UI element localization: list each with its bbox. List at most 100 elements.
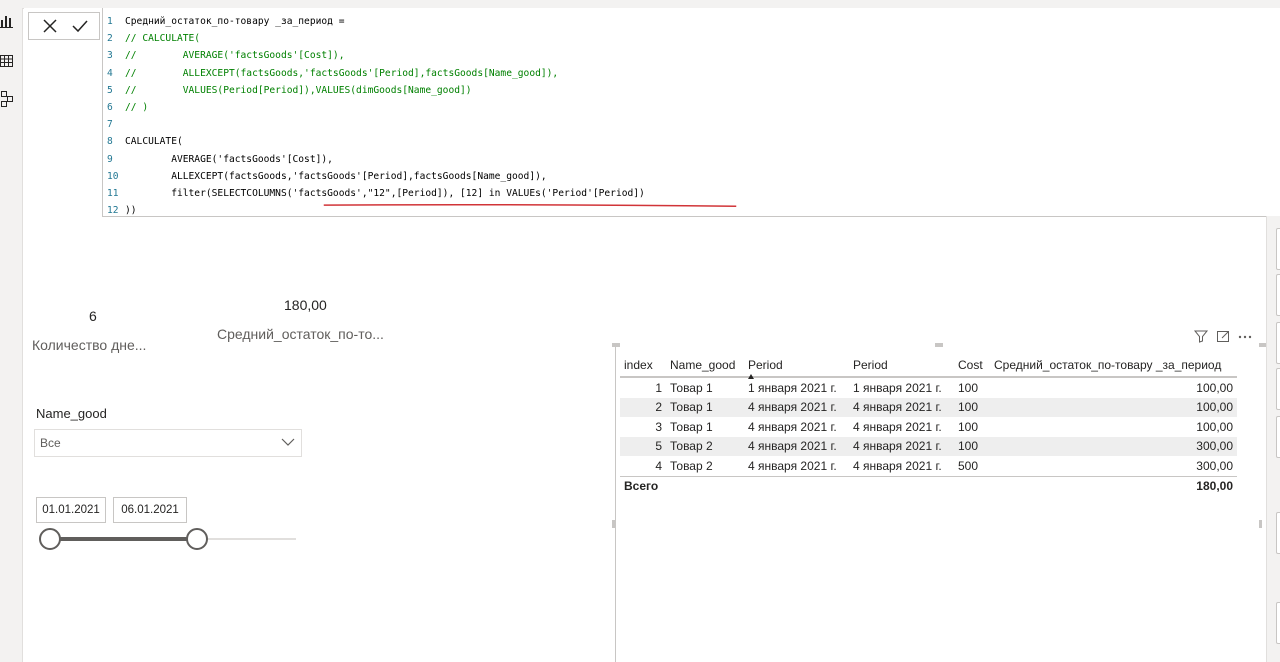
table-cell: Товар 1	[670, 419, 713, 434]
table-cell: 100	[958, 419, 979, 434]
col-header[interactable]: Cost	[954, 352, 990, 378]
table-cell: 100,00	[990, 397, 1237, 417]
code-line: 2 // CALCULATE(	[107, 30, 645, 47]
code-text: ))	[125, 205, 137, 217]
code-line: 11 filter(SELECTCOLUMNS('factsGoods',"12…	[107, 185, 645, 202]
col-header[interactable]: Name_good	[666, 352, 744, 378]
line-number: 2	[107, 33, 113, 45]
days-card-value: 6	[89, 308, 97, 324]
col-header-label: Period	[748, 358, 783, 372]
table-row[interactable]: 2 Товар 14 января 2021 г. 4 января 2021 г.…	[620, 397, 1237, 417]
table-cell: 4 января 2021 г.	[853, 419, 942, 434]
line-number: 12	[107, 205, 119, 217]
code-line: 8 CALCULATE(	[107, 133, 645, 150]
code-line: 9 AVERAGE('factsGoods'[Cost]),	[107, 151, 645, 168]
date-from-input[interactable]: 01.01.2021	[36, 497, 106, 523]
table-header-row: index Name_good Period Period Cost Средн…	[620, 352, 1237, 379]
table-cell: 100,00	[1196, 380, 1233, 395]
table-cell: 100	[958, 380, 979, 395]
table-cell: Товар 2	[670, 458, 713, 473]
pane-tile[interactable]	[1276, 274, 1280, 316]
avg-card-label: Средний_остаток_по-то...	[217, 326, 384, 342]
code-text: // AVERAGE('factsGoods'[Cost]),	[125, 50, 345, 62]
code-line: 7	[107, 116, 645, 133]
table-cell: 5	[620, 436, 666, 456]
slider-end-handle[interactable]	[186, 528, 208, 550]
line-number: 3	[107, 50, 113, 62]
col-header[interactable]: index	[620, 352, 666, 378]
pane-tile[interactable]	[1276, 602, 1280, 644]
line-number: 11	[107, 188, 119, 200]
more-options-icon[interactable]	[1237, 328, 1253, 344]
code-text: // )	[125, 102, 149, 114]
dax-code: 1 Средний_остаток_по-товару _за_период = 2…	[107, 13, 645, 219]
table-cell: 100,00	[1196, 419, 1233, 434]
col-header-sorted[interactable]: Period	[744, 352, 849, 379]
table-cell: 3	[655, 419, 662, 434]
resize-handle[interactable]	[1259, 520, 1262, 528]
slider-start-handle[interactable]	[39, 528, 61, 550]
table-cell: 4 января 2021 г.	[744, 397, 849, 417]
table-row[interactable]: 5 Товар 24 января 2021 г. 4 января 2021 г.…	[620, 436, 1237, 456]
pane-tile[interactable]	[1276, 322, 1280, 364]
table-cell: Товар 1	[670, 380, 713, 395]
commit-icon[interactable]	[69, 15, 91, 37]
total-value: 180,00	[990, 475, 1237, 496]
code-text: CALCULATE(	[125, 136, 183, 148]
left-nav-rail	[0, 0, 23, 662]
right-pane-edge	[1266, 216, 1280, 662]
table-cell: 4 января 2021 г.	[748, 458, 837, 473]
table-cell: 1 января 2021 г.	[748, 380, 837, 395]
date-to-input[interactable]: 06.01.2021	[113, 497, 187, 523]
pane-tile[interactable]	[1276, 416, 1280, 458]
line-number: 9	[107, 153, 113, 165]
table-cell: 4 января 2021 г.	[849, 436, 954, 456]
line-number: 6	[107, 102, 113, 114]
formula-actions	[28, 12, 100, 40]
code-line: 6 // )	[107, 99, 645, 116]
pane-tile[interactable]	[1276, 368, 1280, 410]
table-cell: 300,00	[1196, 458, 1233, 473]
slider-range-fill	[50, 537, 197, 541]
code-text: AVERAGE('factsGoods'[Cost]),	[125, 153, 333, 165]
table-row[interactable]: 1 Товар 1 1 января 2021 г. 1 января 2021 г.…	[620, 377, 1237, 398]
table-cell: 4 января 2021 г.	[744, 436, 849, 456]
table-cell: 2	[620, 397, 666, 417]
name-good-dropdown[interactable]: Все	[34, 429, 302, 457]
col-header[interactable]: Period	[849, 352, 954, 378]
dax-editor[interactable]: 1 Средний_остаток_по-товару _за_период = 2…	[102, 8, 1280, 217]
total-label: Всего	[620, 475, 990, 496]
resize-handle[interactable]	[612, 343, 620, 347]
line-number: 7	[107, 119, 113, 131]
table-cell: 1	[655, 380, 662, 395]
code-line: 1 Средний_остаток_по-товару _за_период =	[107, 13, 645, 30]
pane-tile[interactable]	[1276, 228, 1280, 270]
line-number: 8	[107, 136, 113, 148]
table-cell: 100	[954, 397, 990, 417]
col-header[interactable]: Средний_остаток_по-товару _за_период	[990, 352, 1237, 378]
data-table: index Name_good Period Period Cost Средн…	[620, 352, 1237, 496]
code-line: 4 // ALLEXCEPT(factsGoods,'factsGoods'[Pe…	[107, 65, 645, 82]
table-cell: 4 января 2021 г.	[853, 458, 942, 473]
pane-tile[interactable]	[1276, 512, 1280, 554]
model-view-icon[interactable]	[0, 91, 16, 109]
resize-handle[interactable]	[612, 520, 615, 528]
red-underline-annotation	[323, 204, 737, 207]
chevron-down-icon	[281, 438, 295, 446]
avg-card-value: 180,00	[284, 297, 327, 313]
code-line: 10 ALLEXCEPT(factsGoods,'factsGoods'[Per…	[107, 168, 645, 185]
report-view-icon[interactable]	[0, 14, 16, 32]
code-text: ALLEXCEPT(factsGoods,'factsGoods'[Period…	[125, 170, 547, 182]
dropdown-selected: Все	[40, 436, 61, 450]
code-text: filter(SELECTCOLUMNS('factsGoods',"12",[…	[125, 188, 645, 200]
code-line: 5 // VALUES(Period[Period]),VALUES(dimGoo…	[107, 82, 645, 99]
table-row[interactable]: 3 Товар 1 4 января 2021 г. 4 января 2021 г.…	[620, 417, 1237, 437]
line-number: 1	[107, 16, 113, 27]
cancel-icon[interactable]	[39, 15, 61, 37]
data-view-icon[interactable]	[0, 54, 16, 72]
table-row[interactable]: 4 Товар 2 4 января 2021 г. 4 января 2021 г.…	[620, 456, 1237, 476]
table-cell: 4	[655, 458, 662, 473]
filter-icon[interactable]	[1193, 328, 1209, 344]
resize-handle[interactable]	[935, 343, 943, 347]
focus-mode-icon[interactable]	[1215, 328, 1231, 344]
